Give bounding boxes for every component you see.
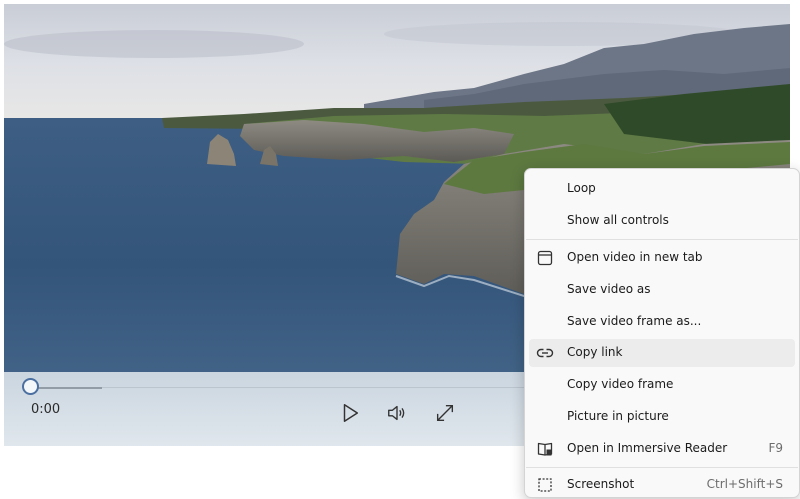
menu-item-shortcut: F9 — [768, 441, 783, 455]
menu-item-label: Picture in picture — [567, 409, 669, 423]
menu-item-label: Save video as — [567, 282, 651, 296]
immersive-reader-icon — [536, 440, 554, 458]
menu-item-label: Open video in new tab — [567, 250, 703, 264]
seek-bar[interactable] — [102, 387, 532, 388]
menu-separator — [526, 467, 798, 468]
menu-item-screenshot[interactable]: Screenshot Ctrl+Shift+S — [529, 471, 795, 499]
menu-item-save-video-frame-as[interactable]: Save video frame as... — [529, 308, 795, 336]
fullscreen-icon — [434, 402, 456, 428]
menu-item-show-all-controls[interactable]: Show all controls — [529, 207, 795, 235]
new-tab-icon — [536, 249, 554, 267]
context-menu: Loop Show all controls Open video in new… — [524, 168, 800, 498]
screenshot-icon — [536, 476, 554, 494]
seek-bar-played[interactable] — [32, 387, 102, 389]
menu-item-label: Screenshot — [567, 477, 635, 491]
menu-item-label: Open in Immersive Reader — [567, 441, 728, 455]
current-time: 0:00 — [31, 402, 61, 417]
menu-item-shortcut: Ctrl+Shift+S — [706, 477, 783, 491]
play-icon — [339, 402, 361, 428]
link-icon — [536, 344, 554, 362]
play-button[interactable] — [337, 402, 363, 428]
menu-item-loop[interactable]: Loop — [529, 175, 795, 203]
seek-thumb[interactable] — [22, 378, 39, 395]
menu-item-label: Save video frame as... — [567, 314, 702, 328]
menu-item-save-video-as[interactable]: Save video as — [529, 276, 795, 304]
menu-item-label: Copy video frame — [567, 377, 674, 391]
volume-button[interactable] — [384, 402, 410, 428]
menu-item-label: Copy link — [567, 345, 623, 359]
menu-item-open-video-new-tab[interactable]: Open video in new tab — [529, 244, 795, 272]
volume-icon — [386, 402, 408, 428]
menu-item-label: Show all controls — [567, 213, 669, 227]
menu-separator — [526, 239, 798, 240]
menu-item-picture-in-picture[interactable]: Picture in picture — [529, 403, 795, 431]
menu-item-copy-video-frame[interactable]: Copy video frame — [529, 371, 795, 399]
menu-item-immersive-reader[interactable]: Open in Immersive Reader F9 — [529, 435, 795, 463]
fullscreen-button[interactable] — [432, 402, 458, 428]
menu-item-label: Loop — [567, 181, 596, 195]
menu-item-copy-link[interactable]: Copy link — [529, 339, 795, 367]
